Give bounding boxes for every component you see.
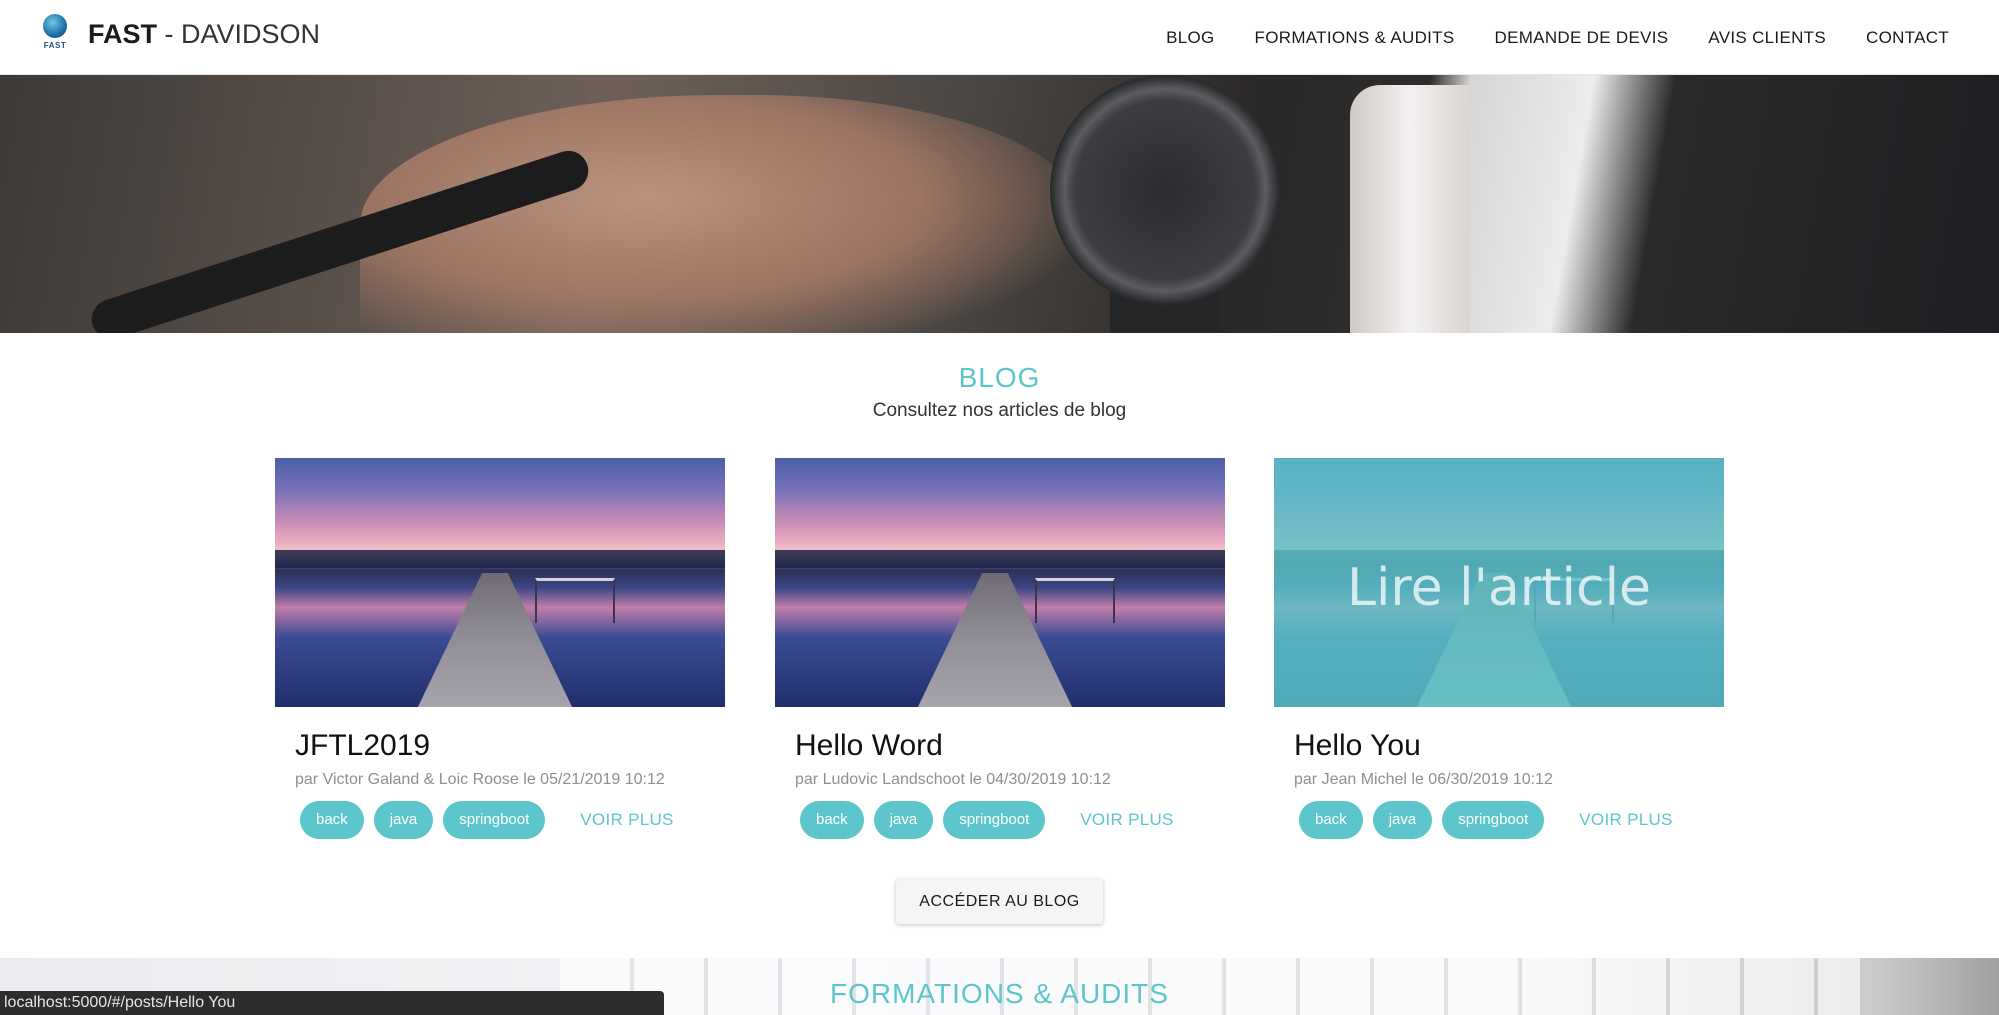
brand-name-bold: FAST: [88, 19, 158, 49]
tag-chip[interactable]: springboot: [1442, 801, 1545, 839]
blog-section-subtitle: Consultez nos articles de blog: [872, 400, 1127, 421]
hero-banner-image: [0, 75, 1999, 333]
tag-chip[interactable]: springboot: [443, 801, 546, 839]
top-navbar: FAST FAST - DAVIDSON BLOG FORMATIONS & A…: [0, 0, 1999, 75]
blog-card-title[interactable]: Hello You: [1274, 729, 1724, 763]
tag-chip[interactable]: back: [800, 801, 864, 839]
tag-chip[interactable]: back: [1299, 801, 1363, 839]
fast-logo-icon: FAST: [40, 14, 70, 54]
nav-contact[interactable]: CONTACT: [1866, 28, 1949, 48]
tag-chip[interactable]: back: [300, 801, 364, 839]
main-nav: BLOG FORMATIONS & AUDITS DEMANDE DE DEVI…: [1166, 0, 1949, 75]
read-article-overlay[interactable]: Lire l'article: [1274, 558, 1724, 618]
nav-formations-audits[interactable]: FORMATIONS & AUDITS: [1255, 28, 1455, 48]
tag-chip[interactable]: springboot: [943, 801, 1046, 839]
voir-plus-link[interactable]: VOIR PLUS: [580, 810, 673, 830]
voir-plus-link[interactable]: VOIR PLUS: [1080, 810, 1173, 830]
nav-avis-clients[interactable]: AVIS CLIENTS: [1708, 28, 1826, 48]
logo-caption: FAST: [43, 41, 67, 50]
tag-chip[interactable]: java: [873, 801, 934, 839]
blog-card: Lire l'article Hello You par Jean Michel…: [1274, 458, 1724, 839]
blog-card-image[interactable]: Lire l'article: [1274, 458, 1724, 707]
blog-card-meta: par Ludovic Landschoot le 04/30/2019 10:…: [795, 771, 1111, 788]
blog-card-tags: back java springboot VOIR PLUS: [275, 801, 725, 839]
nav-blog[interactable]: BLOG: [1166, 28, 1214, 48]
blog-card-tags: back java springboot VOIR PLUS: [775, 801, 1225, 839]
brand-name-rest: - DAVIDSON: [164, 19, 321, 49]
brand[interactable]: FAST FAST - DAVIDSON: [40, 14, 320, 54]
blog-card: Hello Word par Ludovic Landschoot le 04/…: [775, 458, 1225, 839]
tag-chip[interactable]: java: [373, 801, 434, 839]
blog-card-title[interactable]: Hello Word: [775, 729, 1225, 763]
tag-chip[interactable]: java: [1372, 801, 1433, 839]
blog-card-image[interactable]: [275, 458, 725, 707]
blog-card-meta: par Jean Michel le 06/30/2019 10:12: [1294, 771, 1553, 788]
nav-demande-de-devis[interactable]: DEMANDE DE DEVIS: [1495, 28, 1669, 48]
blog-card-meta: par Victor Galand & Loic Roose le 05/21/…: [295, 771, 665, 788]
blog-card-image[interactable]: [775, 458, 1225, 707]
blog-card: JFTL2019 par Victor Galand & Loic Roose …: [275, 458, 725, 839]
blog-card-tags: back java springboot VOIR PLUS: [1274, 801, 1724, 839]
blog-card-title[interactable]: JFTL2019: [275, 729, 725, 763]
voir-plus-link[interactable]: VOIR PLUS: [1579, 810, 1672, 830]
browser-status-url: localhost:5000/#/posts/Hello You: [0, 991, 664, 1015]
access-blog-button[interactable]: ACCÉDER AU BLOG: [896, 879, 1103, 924]
blog-section-title: BLOG: [958, 362, 1041, 393]
brand-name: FAST - DAVIDSON: [88, 14, 320, 54]
